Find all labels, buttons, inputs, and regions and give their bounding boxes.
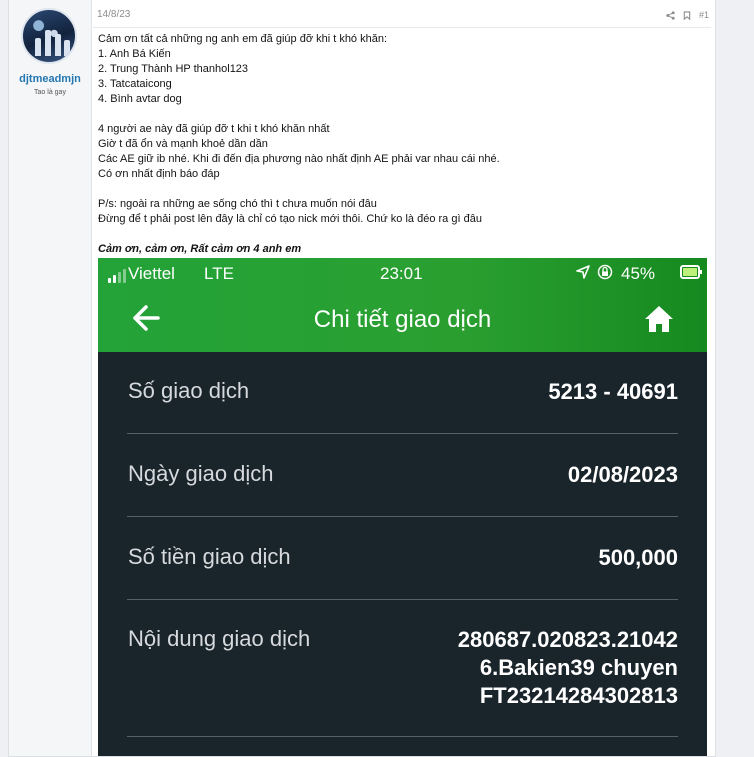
- app-header: Viettel LTE 23:01 45% Chi tiết giao dịch: [98, 258, 707, 352]
- battery-percent: 45%: [621, 264, 656, 283]
- row-value: 02/08/2023: [567, 462, 678, 487]
- share-icon[interactable]: [666, 10, 675, 20]
- value-line: FT23214284302813: [479, 683, 678, 708]
- username-link[interactable]: djtmeadmjn: [9, 73, 91, 85]
- post-body: Cảm ơn tất cả những ng anh em đã giúp đỡ…: [98, 32, 698, 257]
- post-line: 1. Anh Bá Kiến: [98, 48, 171, 60]
- row-label: Số giao dịch: [128, 378, 250, 403]
- row-divider: [127, 736, 678, 737]
- post-line: [98, 227, 698, 242]
- rotation-lock-icon: [597, 264, 613, 280]
- transaction-screenshot[interactable]: Viettel LTE 23:01 45% Chi tiết giao dịch: [98, 258, 707, 756]
- post-actions: #1: [666, 10, 709, 20]
- user-info-column: djtmeadmjn Tao là gay: [9, 0, 92, 756]
- post-line: Có ơn nhất định báo đáp: [98, 168, 220, 180]
- post-line: [98, 107, 698, 122]
- signal-icon: [108, 269, 126, 283]
- post-line: 3. Tatcataicong: [98, 78, 172, 90]
- row-divider: [127, 433, 678, 434]
- row-value-multiline: 280687.020823.21042 6.Bakien39 chuyen FT…: [458, 626, 678, 710]
- row-label: Nội dung giao dịch: [128, 626, 311, 651]
- battery-icon: [680, 265, 702, 279]
- post-date[interactable]: 14/8/23: [97, 9, 130, 20]
- post-line: 2. Trung Thành HP thanhol123: [98, 63, 249, 75]
- user-title: Tao là gay: [34, 89, 66, 96]
- value-line: 280687.020823.21042: [457, 627, 678, 652]
- post-line: Giờ t đã ổn và mạnh khoẻ dần dần: [98, 138, 268, 150]
- carrier-name: Viettel: [128, 264, 175, 283]
- status-time: 23:01: [380, 264, 423, 283]
- row-value: 5213 - 40691: [548, 379, 678, 404]
- row-divider: [127, 516, 678, 517]
- row-value: 500,000: [598, 545, 678, 570]
- value-line: 6.Bakien39 chuyen: [479, 655, 678, 680]
- post-signature: Cảm ơn, cảm ơn, Rất cảm ơn 4 anh em: [98, 243, 302, 255]
- post-line: 4 người ae này đã giúp đỡ t khi t khó kh…: [98, 123, 330, 135]
- bookmark-icon[interactable]: [683, 10, 691, 20]
- location-icon: [576, 265, 590, 279]
- screen-title: Chi tiết giao dịch: [313, 306, 492, 333]
- post-number[interactable]: #1: [699, 10, 709, 20]
- post-line: Đừng để t phải post lên đây là chỉ có tạ…: [98, 213, 482, 225]
- network-type: LTE: [204, 264, 234, 283]
- post-line: [98, 182, 698, 197]
- post-line: P/s: ngoài ra những ae sống chó thì t ch…: [98, 198, 377, 210]
- row-divider: [127, 599, 678, 600]
- forum-post: djtmeadmjn Tao là gay 14/8/23 #1 Cảm ơn …: [8, 0, 716, 757]
- home-icon[interactable]: [644, 304, 674, 334]
- post-line: Các AE giữ ib nhé. Khi đi đến địa phương…: [98, 153, 500, 165]
- post-line: Cảm ơn tất cả những ng anh em đã giúp đỡ…: [98, 33, 388, 45]
- post-line: 4. Bình avtar dog: [98, 93, 182, 105]
- header-divider: [93, 27, 711, 28]
- avatar[interactable]: [21, 8, 77, 64]
- row-label: Ngày giao dịch: [128, 461, 274, 486]
- row-label: Số tiền giao dịch: [128, 544, 291, 569]
